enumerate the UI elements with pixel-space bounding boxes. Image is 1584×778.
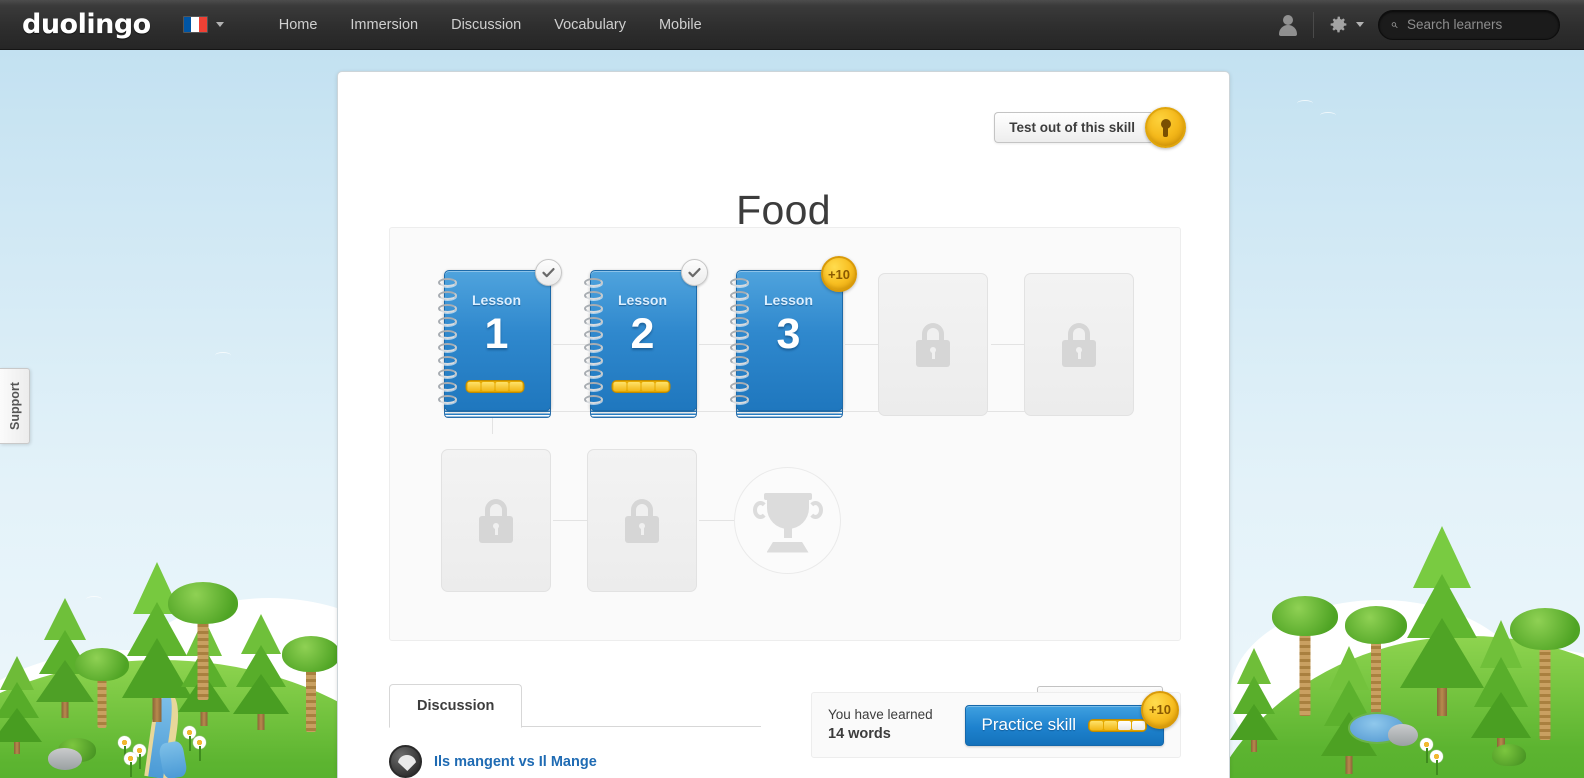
lock-icon <box>622 498 662 543</box>
trophy-icon <box>752 489 823 553</box>
nav-item-vocabulary[interactable]: Vocabulary <box>539 9 641 41</box>
practice-skill-button[interactable]: Practice skill +10 <box>964 690 1179 746</box>
duolingo-logo[interactable]: duolingo <box>22 9 151 40</box>
locked-skill-card <box>878 273 988 416</box>
locked-skill-card <box>441 449 551 592</box>
locked-skill-card <box>587 449 697 592</box>
skill-page-panel: Test out of this skill Food Lesson 1 Les… <box>337 71 1230 778</box>
avatar-icon <box>389 745 422 778</box>
palm-tree <box>1510 608 1580 740</box>
discussion-column: Discussion Ils mangent vs Il Mange <box>389 684 761 778</box>
strength-bar <box>465 380 524 393</box>
trophy-node <box>734 467 841 574</box>
test-out-label: Test out of this skill <box>994 112 1151 143</box>
lock-icon <box>1059 322 1099 367</box>
search-box[interactable] <box>1378 9 1560 40</box>
gear-icon <box>1330 16 1347 33</box>
bird <box>1297 100 1313 107</box>
palm-tree <box>75 648 129 728</box>
nav-right-group <box>1277 9 1584 40</box>
lock-icon <box>913 322 953 367</box>
search-input[interactable] <box>1407 17 1547 32</box>
xp-coin-badge: +10 <box>1141 690 1179 729</box>
strength-bar <box>611 380 670 393</box>
rock <box>1388 724 1418 746</box>
rock <box>48 748 82 770</box>
practice-skill-label: Practice skill <box>981 715 1076 734</box>
nav-item-immersion[interactable]: Immersion <box>335 9 433 41</box>
check-icon <box>681 259 708 286</box>
lesson-card[interactable]: Lesson 2 <box>584 259 708 418</box>
lesson-label: Lesson <box>617 292 667 308</box>
list-item[interactable]: Ils mangent vs Il Mange <box>389 745 761 778</box>
top-navigation-bar: duolingo Home Immersion Discussion Vocab… <box>0 0 1584 50</box>
key-icon <box>1145 107 1186 148</box>
nav-item-mobile[interactable]: Mobile <box>644 9 717 41</box>
lesson-label: Lesson <box>763 292 813 308</box>
lesson-card[interactable]: Lesson 3 +10 <box>730 256 857 418</box>
skill-tree-panel: Lesson 1 Lesson 2 Lesson 3 +10 <box>389 227 1181 641</box>
learned-prefix: You have learned <box>828 706 933 722</box>
chevron-down-icon <box>1356 22 1364 27</box>
nav-item-discussion[interactable]: Discussion <box>436 9 536 41</box>
check-icon <box>535 259 562 286</box>
skill-node-grid: Lesson 1 Lesson 2 Lesson 3 +10 <box>390 228 1180 640</box>
practice-panel: You have learned 14 words Practice skill… <box>811 690 1181 758</box>
lesson-number: 1 <box>484 310 509 358</box>
palm-tree <box>168 582 238 700</box>
language-selector[interactable] <box>182 16 224 33</box>
palm-tree <box>1345 606 1407 722</box>
french-flag-icon <box>182 16 208 33</box>
pine-tree <box>0 656 42 754</box>
bird <box>1320 112 1336 119</box>
test-out-of-skill-button[interactable]: Test out of this skill <box>994 107 1186 148</box>
locked-skill-card <box>1024 273 1134 416</box>
support-tab[interactable]: Support <box>0 368 30 444</box>
bush <box>1492 744 1526 766</box>
tab-discussion[interactable]: Discussion <box>389 684 523 728</box>
main-menu: Home Immersion Discussion Vocabulary Mob… <box>264 9 717 41</box>
xp-coin-badge: +10 <box>821 256 857 292</box>
discussion-title[interactable]: Ils mangent vs Il Mange <box>434 754 597 770</box>
words-learned-text: You have learned 14 words <box>828 705 933 746</box>
nav-divider <box>1313 11 1314 38</box>
lesson-card[interactable]: Lesson 1 <box>438 259 562 418</box>
settings-menu[interactable] <box>1328 14 1364 35</box>
tab-strip: Discussion <box>389 684 761 728</box>
lesson-number: 3 <box>776 310 801 358</box>
lesson-number: 2 <box>630 310 655 358</box>
chevron-down-icon <box>215 22 224 27</box>
search-icon <box>1391 21 1398 28</box>
nav-item-home[interactable]: Home <box>264 9 333 41</box>
palm-tree <box>282 636 340 732</box>
practice-strength-bar <box>1088 718 1147 732</box>
support-tab-label: Support <box>7 382 22 430</box>
person-icon[interactable] <box>1277 14 1299 36</box>
lesson-label: Lesson <box>471 292 521 308</box>
lock-icon <box>476 498 516 543</box>
bird <box>215 352 231 359</box>
pine-tree <box>1230 648 1278 752</box>
learned-count: 14 words <box>828 726 891 743</box>
